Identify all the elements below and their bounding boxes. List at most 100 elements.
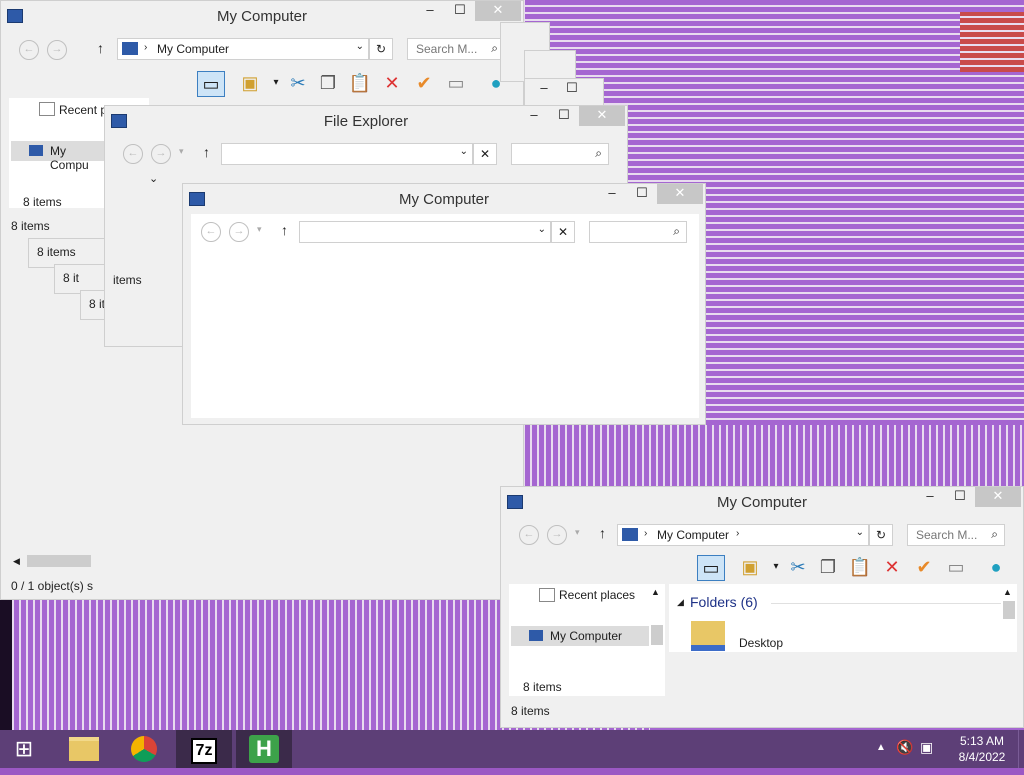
maximize-button[interactable]: ☐ xyxy=(557,79,587,99)
titlebar[interactable]: My Computer – ☐ ✕ xyxy=(501,487,1023,517)
taskbar-chrome[interactable] xyxy=(116,730,172,768)
up-arrow-icon[interactable]: ↑ xyxy=(281,222,288,238)
expand-chevron-icon[interactable]: ⌄ xyxy=(149,172,158,185)
nav-item-mycomputer[interactable]: My Compu xyxy=(11,141,107,172)
checkmark-icon[interactable]: ✔ xyxy=(911,555,937,579)
nav-scrollbar[interactable] xyxy=(651,625,663,645)
scissors-icon[interactable]: ✂ xyxy=(785,555,811,579)
items-count: 8 items xyxy=(23,195,62,209)
clock[interactable]: 5:13 AM 8/4/2022 xyxy=(952,733,1012,765)
rename-icon[interactable]: ▭ xyxy=(943,555,969,579)
nav-scroll-up-icon[interactable]: ▲ xyxy=(651,587,660,597)
maximize-button[interactable]: ☐ xyxy=(627,184,657,204)
address-bar[interactable]: › My Computer ⌄ xyxy=(117,38,369,60)
recent-locations-chevron-icon[interactable]: ▾ xyxy=(575,527,580,538)
close-button[interactable]: ✕ xyxy=(657,184,703,204)
address-bar[interactable]: ⌄ xyxy=(299,221,551,243)
minimize-button[interactable]: – xyxy=(519,106,549,126)
minimize-button[interactable]: – xyxy=(597,184,627,204)
minimize-button[interactable]: – xyxy=(529,79,559,99)
back-button[interactable]: ← xyxy=(519,525,539,545)
address-bar[interactable]: ⌄ xyxy=(221,143,473,165)
delete-icon[interactable]: ✕ xyxy=(879,555,905,579)
taskbar-7zip[interactable]: 7z xyxy=(176,730,232,768)
taskbar-hex-editor[interactable]: H xyxy=(236,730,292,768)
titlebar[interactable]: My Computer – ☐ ✕ xyxy=(1,1,523,31)
taskbar-file-explorer[interactable] xyxy=(56,730,112,768)
volume-muted-icon[interactable]: 🔇 xyxy=(896,739,913,756)
nav-item-recent[interactable]: Recent places xyxy=(559,588,635,602)
collapse-arrow-icon[interactable]: ◢ xyxy=(677,597,684,608)
show-hidden-icons-icon[interactable]: ▲ xyxy=(876,742,886,753)
search-input[interactable]: ⌕ xyxy=(511,143,609,165)
minimize-button[interactable]: – xyxy=(415,1,445,21)
wallpaper-red-artifacts xyxy=(960,12,1024,72)
up-arrow-icon[interactable]: ↑ xyxy=(599,525,606,541)
clear-address-button[interactable]: ✕ xyxy=(551,221,575,243)
chevron-down-icon[interactable]: ⌄ xyxy=(538,224,546,235)
back-button[interactable]: ← xyxy=(201,222,221,242)
folder-desktop[interactable]: Desktop xyxy=(739,636,783,650)
chevron-down-icon[interactable]: ⌄ xyxy=(856,527,864,538)
refresh-button[interactable]: ↻ xyxy=(869,524,893,546)
network-icon[interactable]: ▣ xyxy=(920,739,933,756)
window-my-computer-4[interactable]: My Computer – ☐ ✕ ← → ▾ ↑ › My Computer … xyxy=(500,486,1024,728)
maximize-button[interactable]: ☐ xyxy=(445,1,475,21)
wallpaper-dark-left xyxy=(0,600,12,730)
titlebar[interactable]: My Computer – ☐ ✕ xyxy=(183,184,705,214)
checkmark-icon[interactable]: ✔ xyxy=(411,71,437,95)
clear-address-button[interactable]: ✕ xyxy=(473,143,497,165)
forward-button[interactable]: → xyxy=(47,40,67,60)
search-input[interactable]: Search M... ⌕ xyxy=(407,38,505,60)
breadcrumb-separator-icon: › xyxy=(644,528,648,539)
back-button[interactable]: ← xyxy=(123,144,143,164)
search-icon: ⌕ xyxy=(491,41,498,55)
section-folders[interactable]: Folders (6) xyxy=(690,594,758,610)
scroll-up-icon[interactable]: ▲ xyxy=(1003,587,1012,597)
window-my-computer-3[interactable]: My Computer – ☐ ✕ ← → ▾ ↑ ⌄ ✕ ⌕ xyxy=(182,183,706,425)
horizontal-scrollbar[interactable] xyxy=(27,555,91,567)
desktop-folder-icon[interactable] xyxy=(691,621,725,651)
maximize-button[interactable]: ☐ xyxy=(549,106,579,126)
nav-item-mycomputer[interactable]: My Computer xyxy=(511,626,649,646)
vertical-scrollbar[interactable] xyxy=(1003,601,1015,619)
chevron-down-icon[interactable]: ⌄ xyxy=(356,41,364,52)
minimize-button[interactable]: – xyxy=(915,487,945,507)
search-input[interactable]: Search M... ⌕ xyxy=(907,524,1005,546)
hex-editor-icon: H xyxy=(249,735,279,763)
forward-button[interactable]: → xyxy=(151,144,171,164)
shell-icon[interactable]: ● xyxy=(983,555,1009,579)
scroll-left-icon[interactable]: ◀ xyxy=(13,556,20,567)
folder-check-icon[interactable]: ▣ xyxy=(237,71,263,95)
recent-locations-chevron-icon[interactable]: ▾ xyxy=(179,146,184,157)
forward-button[interactable]: → xyxy=(229,222,249,242)
close-button[interactable]: ✕ xyxy=(475,1,521,21)
forward-button[interactable]: → xyxy=(547,525,567,545)
show-desktop-button[interactable] xyxy=(1018,730,1024,768)
address-bar[interactable]: › My Computer › ⌄ xyxy=(617,524,869,546)
pane-icon[interactable]: ▭ xyxy=(197,71,225,97)
close-button[interactable]: ✕ xyxy=(579,106,625,126)
delete-icon[interactable]: ✕ xyxy=(379,71,405,95)
maximize-button[interactable]: ☐ xyxy=(945,487,975,507)
paste-icon[interactable]: 📋 xyxy=(347,71,373,95)
titlebar[interactable]: File Explorer – ☐ ✕ xyxy=(105,106,627,136)
pane-icon[interactable]: ▭ xyxy=(697,555,725,581)
start-button[interactable]: ⊞ xyxy=(0,730,48,768)
refresh-button[interactable]: ↻ xyxy=(369,38,393,60)
folder-check-icon[interactable]: ▣ xyxy=(737,555,763,579)
back-button[interactable]: ← xyxy=(19,40,39,60)
chevron-down-icon[interactable]: ⌄ xyxy=(460,146,468,157)
scissors-icon[interactable]: ✂ xyxy=(285,71,311,95)
up-arrow-icon[interactable]: ↑ xyxy=(203,144,210,160)
rename-icon[interactable]: ▭ xyxy=(443,71,469,95)
close-button[interactable]: ✕ xyxy=(975,487,1021,507)
copy-icon[interactable]: ❐ xyxy=(815,555,841,579)
paste-icon[interactable]: 📋 xyxy=(847,555,873,579)
recent-locations-chevron-icon[interactable]: ▾ xyxy=(257,224,262,235)
search-input[interactable]: ⌕ xyxy=(589,221,687,243)
nav-item-recent[interactable]: Recent p xyxy=(59,103,107,117)
up-arrow-icon[interactable]: ↑ xyxy=(97,40,104,56)
stack-window-7[interactable]: – ☐ xyxy=(524,78,604,108)
copy-icon[interactable]: ❐ xyxy=(315,71,341,95)
